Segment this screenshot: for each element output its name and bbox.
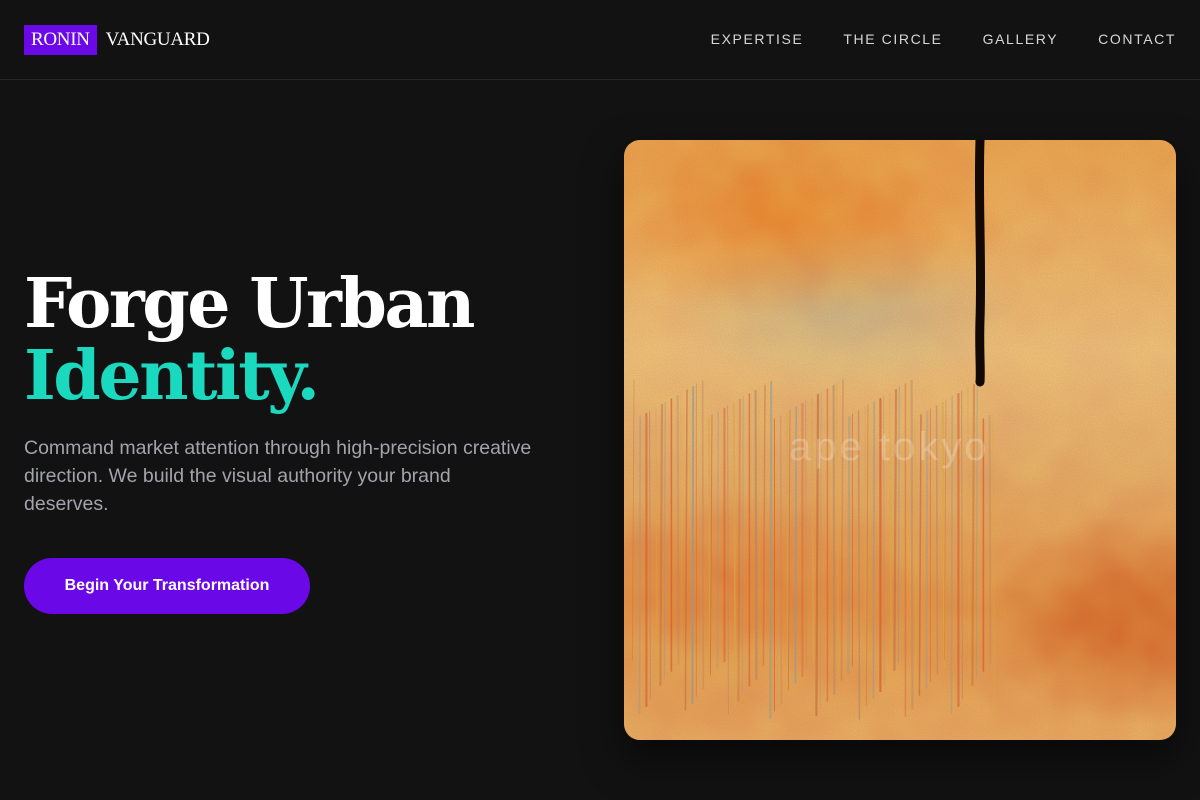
- logo-text: VANGUARD: [105, 29, 210, 50]
- artwork-texture: ape tokyo: [624, 140, 1176, 740]
- hero-title-line1: Forge Urban: [24, 264, 475, 344]
- nav-link-the-circle[interactable]: THE CIRCLE: [843, 31, 942, 47]
- nav-link-expertise[interactable]: EXPERTISE: [711, 31, 804, 47]
- begin-transformation-button[interactable]: Begin Your Transformation: [24, 558, 310, 614]
- site-header: RONIN VANGUARD EXPERTISE THE CIRCLE GALL…: [0, 0, 1200, 80]
- main-nav: EXPERTISE THE CIRCLE GALLERY CONTACT: [711, 31, 1176, 47]
- nav-link-gallery[interactable]: GALLERY: [983, 31, 1059, 47]
- watermark-text: ape tokyo: [789, 425, 989, 469]
- nav-link-contact[interactable]: CONTACT: [1098, 31, 1176, 47]
- logo[interactable]: RONIN VANGUARD: [24, 25, 210, 55]
- hero-description: Command market attention through high-pr…: [24, 437, 532, 515]
- hero-title-accent: Identity.: [24, 336, 320, 416]
- hero-artwork-image: ape tokyo: [624, 140, 1176, 740]
- hero-title: Forge Urban Identity.: [24, 268, 584, 412]
- logo-highlight: RONIN: [24, 25, 97, 55]
